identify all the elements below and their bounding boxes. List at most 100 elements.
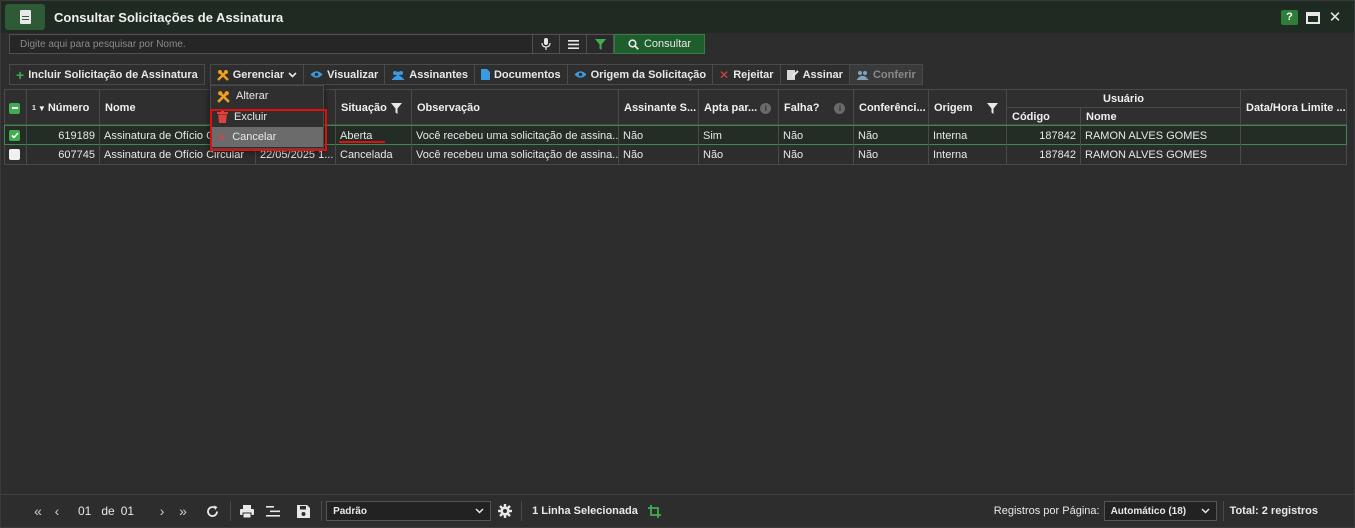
filter-icon — [594, 38, 606, 50]
tools-icon — [216, 69, 229, 81]
refresh-icon — [206, 505, 218, 517]
save-button[interactable] — [295, 504, 311, 518]
conferir-label: Conferir — [872, 68, 916, 81]
gerenciar-menu: Alterar Excluir ✕ Cancelar — [210, 85, 324, 149]
gear-icon — [498, 504, 513, 518]
page-current[interactable]: 01 — [78, 504, 91, 518]
microphone-button[interactable] — [533, 34, 560, 54]
search-input[interactable] — [9, 34, 533, 54]
header-assinante[interactable]: Assinante S... — [619, 90, 699, 126]
cell-datahora — [1241, 126, 1346, 145]
printer-icon — [240, 504, 255, 518]
cell-apta: Não — [699, 145, 779, 164]
settings-button[interactable] — [497, 504, 513, 518]
page-de: de — [101, 504, 115, 518]
layout-select[interactable]: Padrão — [326, 501, 492, 521]
assinar-button[interactable]: Assinar — [779, 64, 850, 85]
header-apta-label: Apta par... — [704, 102, 758, 114]
row-checkbox[interactable] — [5, 126, 27, 145]
save-icon — [296, 504, 310, 518]
filter-icon[interactable] — [390, 102, 402, 114]
cell-codigo: 187842 — [1007, 126, 1081, 145]
info-icon[interactable]: i — [760, 102, 772, 114]
data-grid: 1 ▼ Número Nome Situação Observação Assi… — [4, 89, 1347, 167]
header-situacao-label: Situação — [341, 102, 387, 114]
assinantes-button[interactable]: Assinantes — [384, 64, 475, 85]
users-icon — [391, 70, 405, 80]
conferir-button[interactable]: Conferir — [848, 64, 923, 85]
cell-usuario-nome: RAMON ALVES GOMES — [1081, 145, 1241, 164]
documentos-button[interactable]: Documentos — [473, 64, 568, 85]
refresh-button[interactable] — [204, 505, 220, 518]
rejeitar-button[interactable]: ✕ Rejeitar — [712, 64, 781, 85]
menu-item-excluir-label: Excluir — [234, 111, 268, 123]
menu-item-alterar-label: Alterar — [236, 90, 269, 102]
row-checkbox[interactable] — [5, 145, 27, 164]
cell-datahora — [1241, 145, 1346, 164]
footer-pagination: « ‹ 01 de 01 › » Padrão 1 Linha Selecion… — [1, 494, 1354, 527]
gerenciar-label: Gerenciar — [232, 68, 285, 81]
chevron-down-icon — [1201, 508, 1210, 514]
incluir-button[interactable]: + Incluir Solicitação de Assinatura — [9, 64, 205, 85]
file-icon — [480, 69, 490, 80]
consultar-button[interactable]: Consultar — [614, 34, 705, 54]
info-icon[interactable]: i — [834, 102, 846, 114]
cell-conferencia: Não — [854, 126, 929, 145]
prev-page-button[interactable]: ‹ — [51, 503, 63, 519]
trash-icon — [217, 111, 228, 123]
cell-conferencia: Não — [854, 145, 929, 164]
document-icon — [5, 4, 45, 30]
assinar-label: Assinar — [802, 68, 843, 81]
header-codigo[interactable]: Código — [1007, 108, 1081, 125]
header-origem[interactable]: Origem — [929, 90, 1007, 126]
menu-item-cancelar[interactable]: ✕ Cancelar — [211, 127, 323, 147]
visualizar-button[interactable]: Visualizar — [303, 64, 386, 85]
last-page-button[interactable]: » — [174, 503, 192, 519]
highlight-underline — [339, 141, 385, 143]
header-falha-label: Falha? — [784, 102, 820, 114]
first-page-button[interactable]: « — [29, 503, 47, 519]
chevron-down-icon — [288, 71, 297, 78]
search-bar: Consultar — [9, 34, 705, 54]
eye-icon — [574, 71, 587, 78]
menu-item-alterar[interactable]: Alterar — [211, 86, 323, 106]
maximize-button[interactable] — [1306, 11, 1320, 24]
header-conferencia[interactable]: Conferênci... — [854, 90, 929, 126]
filter-button[interactable] — [587, 34, 614, 54]
select-all-checkbox[interactable] — [5, 90, 27, 126]
header-apta[interactable]: Apta par... i — [699, 90, 779, 126]
header-origem-label: Origem — [934, 102, 973, 114]
help-button[interactable]: ? — [1281, 10, 1298, 25]
header-usuario-nome[interactable]: Nome — [1081, 108, 1241, 125]
users-check-icon — [856, 70, 869, 80]
cell-assinante: Não — [619, 145, 699, 164]
cell-observacao: Você recebeu uma solicitação de assina..… — [412, 145, 619, 164]
double-chevron-right-icon: » — [179, 503, 187, 519]
header-datahora[interactable]: Data/Hora Limite ... — [1241, 90, 1347, 126]
header-falha[interactable]: Falha? i — [779, 90, 854, 126]
header-situacao[interactable]: Situação — [336, 90, 412, 126]
table-row[interactable]: 607745 Assinatura de Ofício Circular 22/… — [4, 145, 1347, 165]
crop-icon[interactable] — [647, 504, 661, 518]
cell-apta: Sim — [699, 126, 779, 145]
origem-button[interactable]: Origem da Solicitação — [566, 64, 714, 85]
layout-button[interactable] — [265, 505, 281, 517]
window-title: Consultar Solicitações de Assinatura — [54, 9, 284, 25]
menu-button[interactable] — [560, 34, 587, 54]
header-numero[interactable]: 1 ▼ Número — [27, 90, 100, 126]
table-row[interactable]: 619189 Assinatura de Ofício Circular Abe… — [4, 125, 1347, 145]
menu-item-excluir[interactable]: Excluir — [211, 107, 323, 127]
filter-icon[interactable] — [986, 102, 998, 114]
registros-select-value: Automático (18) — [1110, 505, 1187, 517]
x-icon: ✕ — [217, 131, 227, 144]
print-button[interactable] — [239, 504, 255, 518]
grid-header: 1 ▼ Número Nome Situação Observação Assi… — [4, 89, 1347, 126]
cell-falha: Não — [779, 145, 854, 164]
registros-select[interactable]: Automático (18) — [1103, 501, 1217, 521]
cell-origem: Interna — [929, 145, 1007, 164]
documentos-label: Documentos — [493, 68, 561, 81]
header-observacao[interactable]: Observação — [412, 90, 619, 126]
close-button[interactable]: ✕ — [1328, 10, 1342, 25]
next-page-button[interactable]: › — [156, 503, 168, 519]
gerenciar-button[interactable]: Gerenciar — [209, 64, 305, 85]
